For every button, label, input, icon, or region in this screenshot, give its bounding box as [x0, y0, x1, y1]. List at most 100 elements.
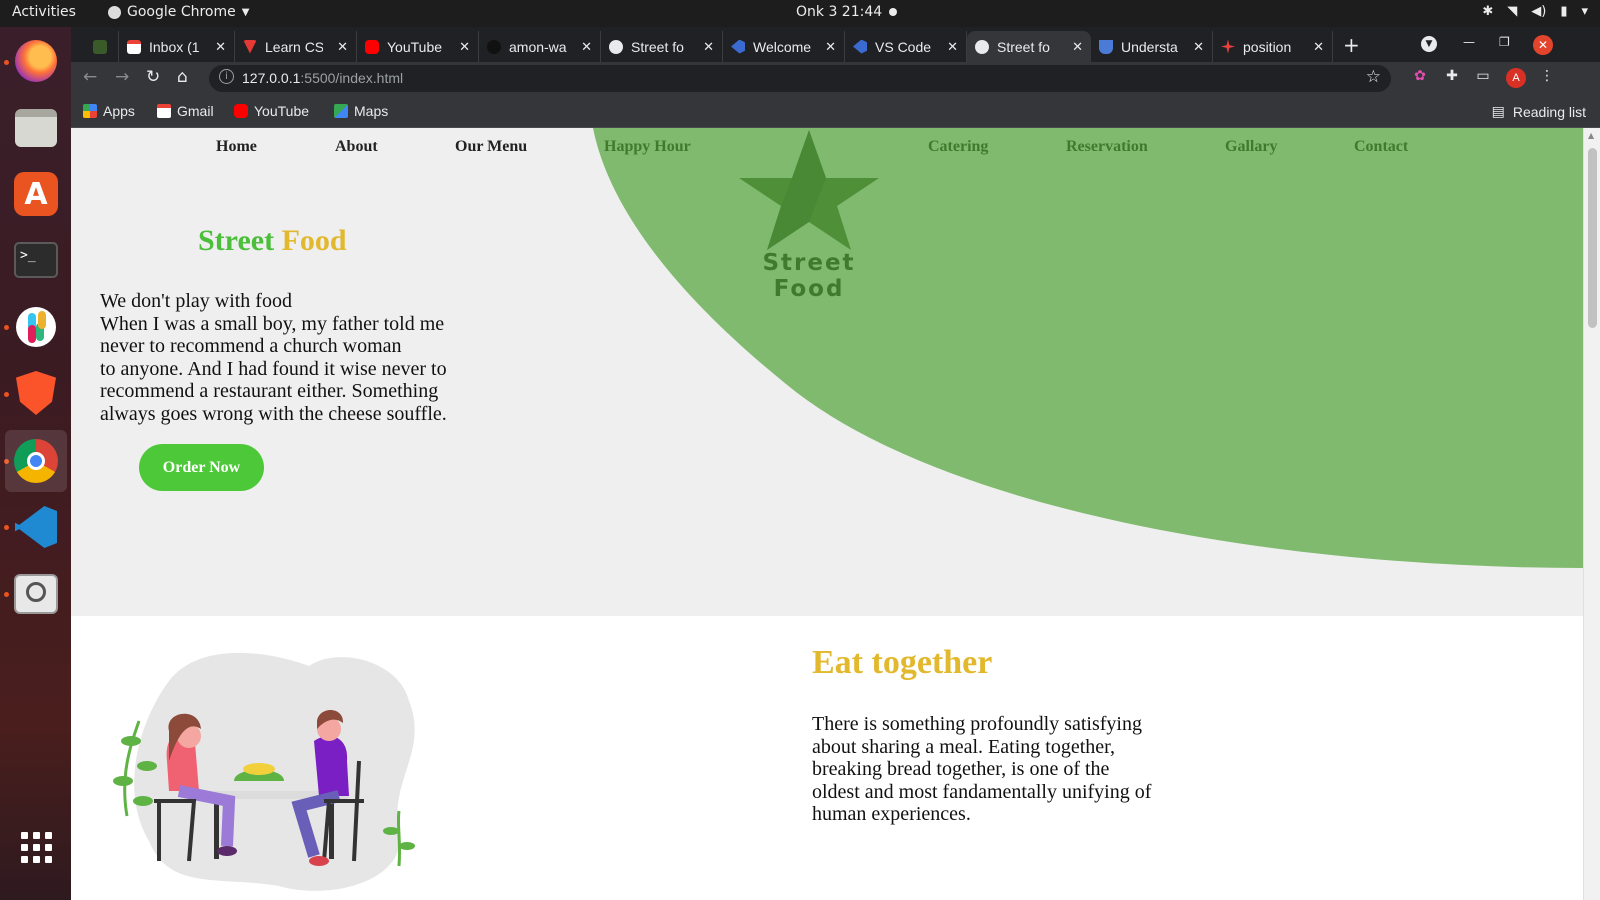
tab-active[interactable]: Street fo ✕ — [967, 31, 1091, 62]
tab[interactable]: Understa ✕ — [1091, 31, 1213, 62]
bookmark-maps[interactable]: Maps — [334, 103, 388, 119]
tab[interactable]: position ✕ — [1213, 31, 1333, 62]
tab[interactable]: Street fo ✕ — [601, 31, 723, 62]
asterisk-icon — [1221, 39, 1235, 54]
dock-firefox[interactable] — [12, 37, 60, 85]
dock-slack[interactable] — [12, 303, 60, 351]
section-text-line: human experiences. — [812, 803, 971, 825]
show-applications-button[interactable] — [12, 823, 60, 871]
vscode-icon — [15, 506, 57, 548]
close-tab-icon[interactable]: ✕ — [703, 39, 714, 55]
tab-title: Inbox (1 — [149, 38, 200, 55]
nav-happy-hour[interactable]: Happy Hour — [604, 138, 691, 156]
url-text[interactable]: 127.0.0.1:5500/index.html — [242, 70, 403, 86]
power-menu-icon[interactable]: ▾ — [1581, 4, 1588, 19]
reading-list-icon: ▤ — [1491, 103, 1505, 119]
nav-contact[interactable]: Contact — [1354, 138, 1408, 156]
notification-dot-icon — [889, 8, 897, 16]
color-extension-icon[interactable]: ✿ — [1411, 68, 1429, 86]
back-button[interactable]: ← — [83, 67, 97, 87]
bookmark-youtube[interactable]: YouTube — [234, 103, 309, 119]
close-tab-icon[interactable]: ✕ — [1193, 39, 1204, 55]
close-tab-icon[interactable]: ✕ — [337, 39, 348, 55]
restore-button[interactable]: ❐ — [1499, 35, 1510, 49]
close-tab-icon[interactable]: ✕ — [947, 39, 958, 55]
profile-avatar[interactable]: A — [1506, 68, 1526, 88]
hero-section: Home About Our Menu Happy Hour Catering … — [71, 128, 1583, 616]
dock-search[interactable] — [12, 570, 60, 618]
minimize-button[interactable]: — — [1463, 35, 1475, 49]
nav-our-menu[interactable]: Our Menu — [455, 138, 527, 156]
reading-list-label: Reading list — [1512, 103, 1586, 120]
order-now-button[interactable]: Order Now — [139, 444, 264, 491]
nav-gallary[interactable]: Gallary — [1225, 138, 1277, 156]
dock-chrome[interactable] — [5, 430, 67, 492]
magnifier-icon — [14, 574, 58, 614]
section-text-line: about sharing a meal. Eating together, — [812, 735, 1115, 758]
tab[interactable]: amon-wa ✕ — [479, 31, 601, 62]
dock-brave[interactable] — [12, 369, 60, 417]
hero-text-line: never to recommend a church woman — [100, 335, 402, 357]
nav-catering[interactable]: Catering — [928, 138, 988, 156]
tab[interactable]: Learn CS ✕ — [235, 31, 357, 62]
tab-title: Understa — [1121, 38, 1178, 55]
nav-reservation[interactable]: Reservation — [1066, 138, 1148, 156]
vscode-icon — [731, 39, 745, 54]
site-info-icon[interactable]: i — [219, 69, 234, 84]
nav-home[interactable]: Home — [216, 138, 257, 156]
close-tab-icon[interactable]: ✕ — [215, 39, 226, 55]
wifi-icon[interactable]: ◥ — [1507, 4, 1517, 19]
nav-about[interactable]: About — [335, 138, 378, 156]
section-text-line: There is something profoundly satisfying — [812, 713, 1142, 735]
close-window-button[interactable]: ✕ — [1533, 35, 1553, 55]
learn-icon — [243, 39, 257, 54]
bookmark-apps[interactable]: Apps — [83, 103, 135, 119]
tab[interactable] — [85, 31, 119, 62]
scrollbar-thumb[interactable] — [1588, 148, 1597, 328]
clock[interactable]: Onk 3 21:44 — [796, 4, 882, 20]
dock-vscode[interactable] — [12, 503, 60, 551]
close-tab-icon[interactable]: ✕ — [825, 39, 836, 55]
chrome-window: Inbox (1 ✕ Learn CS ✕ YouTube ✕ amon-wa ✕ St… — [71, 27, 1600, 900]
section-title: Eat together — [812, 644, 993, 681]
reading-list-button[interactable]: ▤ Reading list — [1492, 103, 1586, 120]
page-scrollbar[interactable]: ▲ — [1583, 128, 1600, 900]
tab-title: Street fo — [997, 38, 1050, 55]
activities-button[interactable]: Activities — [12, 4, 76, 20]
scroll-up-icon[interactable]: ▲ — [1588, 131, 1594, 140]
couple-dining-illustration — [113, 652, 415, 891]
tab-search-icon[interactable]: ▼ — [1421, 36, 1437, 52]
hero-title: Street Food — [198, 224, 347, 258]
new-tab-button[interactable]: + — [1343, 33, 1360, 57]
close-tab-icon[interactable]: ✕ — [459, 39, 470, 55]
bookmark-star-icon[interactable]: ☆ — [1366, 67, 1381, 87]
chrome-menu-icon[interactable]: ⋮ — [1538, 68, 1556, 86]
close-tab-icon[interactable]: ✕ — [1313, 39, 1324, 55]
forward-button[interactable]: → — [115, 67, 129, 87]
cast-icon[interactable]: ▭ — [1474, 68, 1492, 86]
system-tray[interactable]: ✱ ◥ ◀) ▮ ▾ — [1482, 4, 1588, 19]
dock-terminal[interactable]: >_ — [12, 236, 60, 284]
address-bar[interactable]: i 127.0.0.1:5500/index.html ☆ — [209, 65, 1391, 92]
site-logo[interactable]: Street Food — [729, 128, 889, 302]
battery-icon[interactable]: ▮ — [1560, 4, 1567, 19]
extensions-puzzle-icon[interactable]: ✚ — [1443, 68, 1461, 86]
tab[interactable]: Inbox (1 ✕ — [119, 31, 235, 62]
running-indicator — [4, 525, 9, 530]
maps-icon — [334, 104, 348, 118]
reload-button[interactable]: ↻ — [146, 67, 160, 87]
close-tab-icon[interactable]: ✕ — [1072, 39, 1083, 55]
dock-software[interactable]: A — [12, 170, 60, 218]
close-tab-icon[interactable]: ✕ — [581, 39, 592, 55]
hero-text-line: recommend a restaurant either. Something — [100, 380, 439, 402]
sync-icon[interactable]: ✱ — [1482, 4, 1493, 19]
tab[interactable]: VS Code ✕ — [845, 31, 967, 62]
bookmark-gmail[interactable]: Gmail — [157, 103, 214, 119]
home-button[interactable]: ⌂ — [177, 67, 188, 87]
app-menu[interactable]: Google Chrome ▼ — [108, 4, 249, 20]
tab[interactable]: YouTube ✕ — [357, 31, 479, 62]
volume-icon[interactable]: ◀) — [1531, 4, 1546, 19]
dock-files[interactable] — [12, 104, 60, 152]
tab[interactable]: Welcome ✕ — [723, 31, 845, 62]
youtube-icon — [234, 104, 248, 118]
